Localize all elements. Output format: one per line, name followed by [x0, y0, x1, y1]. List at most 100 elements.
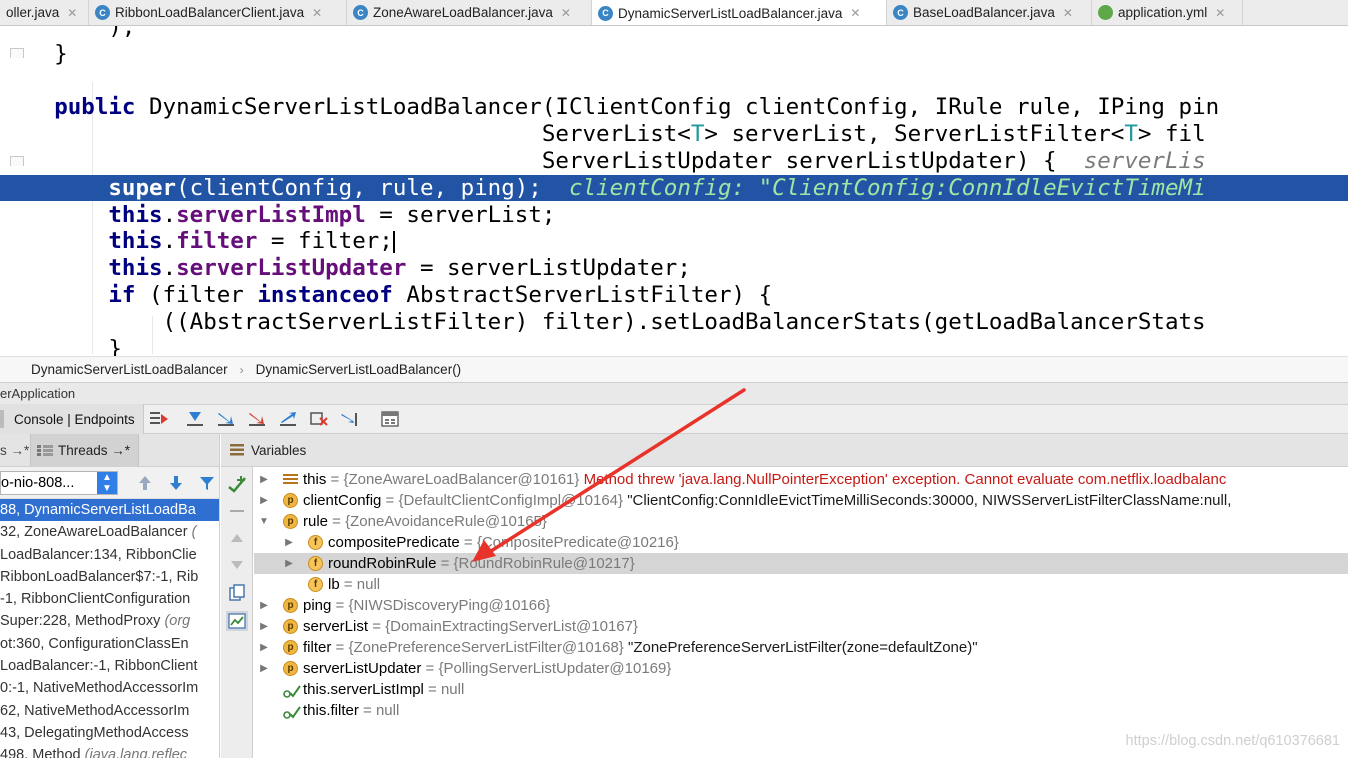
stack-frame-class: (java.lang.reflec	[84, 747, 188, 758]
code-line[interactable]: public DynamicServerListLoadBalancer(ICl…	[0, 94, 1348, 120]
variable-row[interactable]: ▶ p ping = {NIWSDiscoveryPing@10166}	[254, 595, 1348, 616]
code-line[interactable]: ((AbstractServerListFilter) filter).setL…	[0, 309, 1348, 335]
code-line[interactable]: ServerListUpdater serverListUpdater) { s…	[0, 148, 1348, 174]
code-line[interactable]: }	[0, 336, 1348, 356]
stack-frame[interactable]: 498, Method (java.lang.reflec	[0, 744, 219, 758]
expand-icon[interactable]: ▶	[258, 469, 270, 490]
frames-header: s →* Threads →*	[0, 434, 219, 467]
collapse-icon[interactable]: ▼	[258, 511, 270, 532]
expand-icon[interactable]: ▶	[258, 637, 270, 658]
variable-row[interactable]: ▶ f compositePredicate = {CompositePredica…	[254, 532, 1348, 553]
editor-tab[interactable]: application.yml ✕	[1092, 0, 1243, 25]
expand-icon[interactable]: ▶	[283, 532, 295, 553]
stack-frame[interactable]: 32, ZoneAwareLoadBalancer (	[0, 521, 219, 543]
variable-ref: = {RoundRobinRule@10217}	[436, 555, 635, 572]
expand-icon[interactable]: ▶	[258, 658, 270, 679]
stack-frame-class: (	[191, 524, 197, 541]
stack-frame[interactable]: LoadBalancer:134, RibbonClie	[0, 544, 219, 566]
console-endpoints-tab[interactable]: Console | Endpoints	[0, 404, 144, 434]
stack-frame[interactable]: 0:-1, NativeMethodAccessorIm	[0, 677, 219, 699]
variable-row[interactable]: this.filter = null	[254, 700, 1348, 721]
expand-icon[interactable]: ▶	[283, 553, 295, 574]
remove-watch-icon[interactable]	[226, 501, 248, 521]
step-into-icon[interactable]	[215, 408, 237, 430]
expand-icon[interactable]: ▶	[258, 490, 270, 511]
threads-tab[interactable]: Threads →*	[30, 434, 140, 467]
execution-point-line[interactable]: super(clientConfig, rule, ping); clientC…	[0, 175, 1348, 201]
variable-row[interactable]: ▶ this = {ZoneAwareLoadBalancer@10161} Me…	[254, 469, 1348, 490]
move-up-icon[interactable]	[226, 528, 248, 548]
move-down-icon[interactable]	[226, 555, 248, 575]
variable-row[interactable]: ▶ p serverList = {DomainExtractingServerLi…	[254, 616, 1348, 637]
variable-row[interactable]: ▼ p rule = {ZoneAvoidanceRule@10165}	[254, 511, 1348, 532]
step-out-icon[interactable]	[277, 408, 299, 430]
close-icon[interactable]: ✕	[67, 6, 77, 20]
expand-icon[interactable]: ▶	[258, 616, 270, 637]
copy-icon[interactable]	[226, 583, 248, 603]
variables-icon	[230, 444, 244, 456]
stack-frame[interactable]: ot:360, ConfigurationClassEn	[0, 633, 219, 655]
code-line[interactable]: );	[0, 26, 1348, 40]
add-watch-icon[interactable]	[226, 474, 248, 494]
editor-tab[interactable]: C ZoneAwareLoadBalancer.java ✕	[347, 0, 592, 25]
show-execution-point-icon[interactable]	[148, 408, 170, 430]
code-line[interactable]: }	[0, 41, 1348, 67]
code-line[interactable]: ServerList<T> serverList, ServerListFilt…	[0, 121, 1348, 147]
evaluate-expression-icon[interactable]	[379, 408, 401, 430]
stack-frame[interactable]: 62, NativeMethodAccessorIm	[0, 700, 219, 722]
variable-row[interactable]: ▶ f roundRobinRule = {RoundRobinRule@10217…	[254, 553, 1348, 574]
filter-icon[interactable]	[197, 473, 217, 493]
show-types-icon[interactable]	[226, 611, 248, 631]
editor-tab[interactable]: oller.java ✕	[0, 0, 89, 25]
stack-frame[interactable]: Super:228, MethodProxy (org	[0, 610, 219, 632]
variable-row[interactable]: ▶ p clientConfig = {DefaultClientConfigImp…	[254, 490, 1348, 511]
variable-row[interactable]: ▶ p serverListUpdater = {PollingServerList…	[254, 658, 1348, 679]
close-icon[interactable]: ✕	[1063, 6, 1073, 20]
step-over-icon[interactable]	[184, 408, 206, 430]
expand-icon[interactable]: ▶	[258, 595, 270, 616]
close-icon[interactable]: ✕	[561, 6, 571, 20]
stack-frame[interactable]: 88, DynamicServerListLoadBa	[0, 499, 219, 522]
force-step-into-icon[interactable]	[246, 408, 268, 430]
java-class-icon: C	[598, 5, 613, 21]
object-icon	[283, 474, 298, 486]
variable-row[interactable]: f lb = null	[254, 574, 1348, 595]
stack-frame[interactable]: -1, RibbonClientConfiguration	[0, 588, 219, 610]
editor-tab[interactable]: C DynamicServerListLoadBalancer.java ✕	[592, 0, 887, 25]
code-editor[interactable]: ); } public DynamicServerListLoadBalance…	[0, 26, 1348, 356]
thread-select[interactable]: o-nio-808... ▲ ▼	[0, 470, 118, 495]
frames-tab[interactable]: s →*	[0, 443, 30, 458]
watermark: https://blog.csdn.net/q610376681	[1125, 733, 1340, 749]
variables-side-toolbar	[221, 467, 253, 758]
code-line[interactable]: this.serverListImpl = serverList;	[0, 202, 1348, 228]
variable-name: filter	[303, 639, 332, 656]
run-to-cursor-icon[interactable]	[339, 408, 361, 430]
variable-ref: = {ZonePreferenceServerListFilter@10168}	[331, 639, 624, 656]
close-icon[interactable]: ✕	[312, 6, 322, 20]
close-icon[interactable]: ✕	[1215, 6, 1225, 20]
stack-frame[interactable]: 43, DelegatingMethodAccess	[0, 722, 219, 744]
variable-ref: = {CompositePredicate@10216}	[459, 534, 679, 551]
breadcrumb-class[interactable]: DynamicServerListLoadBalancer	[31, 362, 228, 377]
previous-frame-icon[interactable]	[135, 473, 155, 493]
chevron-down-icon[interactable]: ▲ ▼	[97, 471, 117, 494]
code-token: T	[690, 121, 705, 147]
stack-frame[interactable]: LoadBalancer:-1, RibbonClient	[0, 655, 219, 677]
breadcrumb-method[interactable]: DynamicServerListLoadBalancer()	[256, 362, 462, 377]
close-icon[interactable]: ✕	[850, 6, 860, 20]
code-line[interactable]: if (filter instanceof AbstractServerList…	[0, 282, 1348, 308]
stack-frame-location: 88, DynamicServerListLoadBa	[0, 502, 196, 518]
variable-text: filter = {ZonePreferenceServerListFilter…	[303, 637, 978, 658]
variable-row[interactable]: ▶ p filter = {ZonePreferenceServerListFilt…	[254, 637, 1348, 658]
drop-frame-icon[interactable]	[308, 408, 330, 430]
code-line[interactable]	[0, 68, 1348, 94]
code-line[interactable]: this.serverListUpdater = serverListUpdat…	[0, 255, 1348, 281]
variable-row[interactable]: this.serverListImpl = null	[254, 679, 1348, 700]
editor-tab[interactable]: C BaseLoadBalancer.java ✕	[887, 0, 1092, 25]
code-line[interactable]: this.filter = filter;	[0, 228, 1348, 254]
stack-frame[interactable]: RibbonLoadBalancer$7:-1, Rib	[0, 566, 219, 588]
editor-tab[interactable]: C RibbonLoadBalancerClient.java ✕	[89, 0, 347, 25]
next-frame-icon[interactable]	[166, 473, 186, 493]
variables-tab-label[interactable]: Variables	[251, 443, 306, 458]
